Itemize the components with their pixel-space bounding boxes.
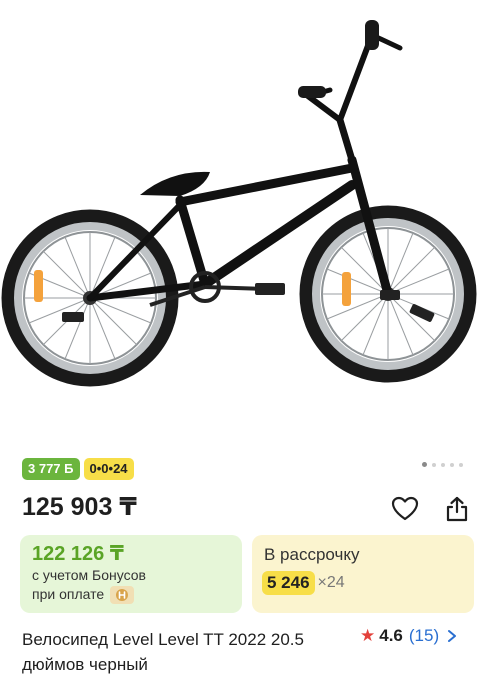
installment-amount: 5 246: [262, 571, 315, 595]
bonus-note: с учетом Бонусов: [32, 567, 146, 583]
review-count[interactable]: (15): [409, 626, 439, 646]
bike-seat: [140, 171, 210, 196]
installment-multiplier: ×24: [317, 574, 345, 591]
share-icon: [446, 496, 468, 522]
carousel-dot[interactable]: [422, 462, 427, 467]
carousel-dot[interactable]: [432, 462, 436, 467]
share-button[interactable]: [442, 494, 472, 524]
product-price: 125 903 ₸: [22, 493, 137, 521]
favorite-button[interactable]: [390, 494, 420, 524]
bonus-price: 122 126 ₸: [32, 543, 124, 565]
carousel-dot[interactable]: [441, 462, 445, 467]
installment-card[interactable]: В рассрочку 5 246 ×24: [252, 535, 474, 613]
carousel-dot[interactable]: [450, 462, 454, 467]
chevron-right-icon: [447, 629, 457, 643]
installment-badge: 0•0•24: [83, 458, 134, 480]
coin-icon: [110, 585, 135, 604]
rating-value: 4.6: [379, 626, 403, 645]
bonus-payment-line: при оплате: [32, 585, 232, 604]
bonus-badge: 3 777 Б: [22, 458, 80, 480]
carousel-dot[interactable]: [459, 462, 463, 467]
heart-icon: [391, 496, 419, 521]
image-carousel-dots: [422, 462, 463, 467]
bmx-bicycle-illustration: [1, 20, 477, 387]
star-icon: ★: [360, 626, 376, 645]
bonus-price-card[interactable]: 122 126 ₸ с учетом Бонусов при оплате: [20, 535, 242, 613]
bike-frame: [86, 32, 403, 302]
promo-badges: 3 777 Б 0•0•24: [22, 458, 134, 480]
product-title: Велосипед Level Level TT 2022 20.5 дюймо…: [22, 630, 304, 674]
product-rating[interactable]: ★ 4.6 (15): [360, 626, 457, 646]
installment-title: В рассрочку: [264, 545, 360, 564]
bonus-payment-label: при оплате: [32, 586, 105, 602]
product-image[interactable]: [0, 0, 495, 448]
